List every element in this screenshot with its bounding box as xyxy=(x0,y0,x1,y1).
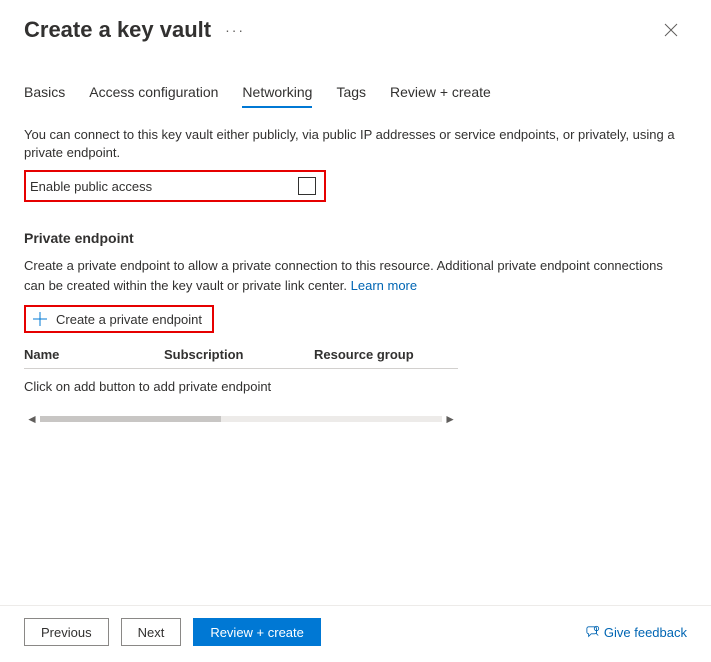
pe-desc-text: Create a private endpoint to allow a pri… xyxy=(24,258,663,293)
give-feedback-label: Give feedback xyxy=(604,625,687,640)
column-header-subscription: Subscription xyxy=(164,347,314,362)
table-header-row: Name Subscription Resource group xyxy=(24,347,458,369)
networking-intro-text: You can connect to this key vault either… xyxy=(24,126,684,162)
learn-more-link[interactable]: Learn more xyxy=(351,278,417,293)
feedback-icon xyxy=(586,625,600,639)
tab-basics[interactable]: Basics xyxy=(24,84,65,108)
tab-tags[interactable]: Tags xyxy=(336,84,366,108)
page-title: Create a key vault xyxy=(24,17,211,43)
enable-public-access-label: Enable public access xyxy=(30,179,298,194)
give-feedback-link[interactable]: Give feedback xyxy=(586,625,687,640)
close-button[interactable] xyxy=(655,14,687,46)
tab-networking[interactable]: Networking xyxy=(242,84,312,108)
blade-header: Create a key vault ··· xyxy=(0,0,711,50)
close-icon xyxy=(664,23,678,37)
scroll-left-icon[interactable]: ◄ xyxy=(24,412,40,426)
scroll-right-icon[interactable]: ► xyxy=(442,412,458,426)
private-endpoint-table: Name Subscription Resource group Click o… xyxy=(24,347,458,394)
private-endpoint-description: Create a private endpoint to allow a pri… xyxy=(24,256,686,295)
plus-icon xyxy=(32,311,48,327)
wizard-tabs: Basics Access configuration Networking T… xyxy=(0,50,711,108)
private-endpoint-heading: Private endpoint xyxy=(24,230,687,246)
enable-public-access-row: Enable public access xyxy=(24,170,326,202)
scroll-thumb[interactable] xyxy=(40,416,221,422)
tab-review-create[interactable]: Review + create xyxy=(390,84,491,108)
scroll-track[interactable] xyxy=(40,416,442,422)
create-pe-label: Create a private endpoint xyxy=(56,312,202,327)
previous-button[interactable]: Previous xyxy=(24,618,109,646)
horizontal-scrollbar[interactable]: ◄ ► xyxy=(24,412,458,426)
column-header-resource-group: Resource group xyxy=(314,347,458,362)
column-header-name: Name xyxy=(24,347,164,362)
table-empty-message: Click on add button to add private endpo… xyxy=(24,369,458,394)
next-button[interactable]: Next xyxy=(121,618,182,646)
wizard-footer: Previous Next Review + create Give feedb… xyxy=(0,605,711,662)
create-private-endpoint-button[interactable]: Create a private endpoint xyxy=(24,305,214,333)
review-create-button[interactable]: Review + create xyxy=(193,618,321,646)
more-icon[interactable]: ··· xyxy=(225,22,245,38)
enable-public-access-checkbox[interactable] xyxy=(298,177,316,195)
tab-access-configuration[interactable]: Access configuration xyxy=(89,84,218,108)
